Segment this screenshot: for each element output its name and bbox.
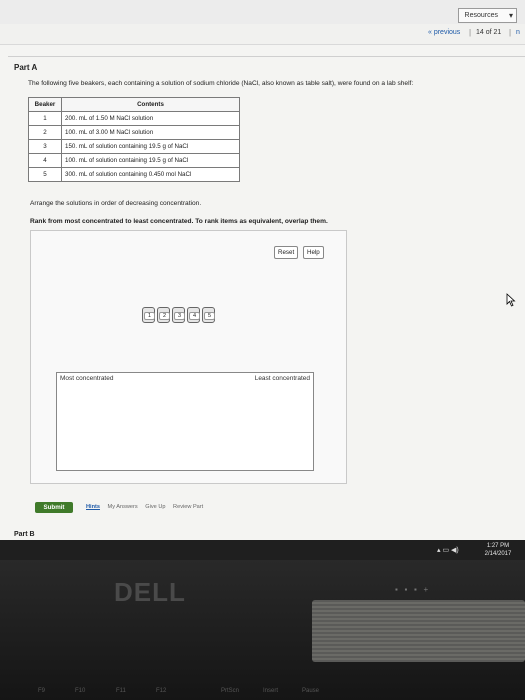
- screen: Resources ▾ « previous | 14 of 21 | n Pa…: [0, 0, 525, 560]
- answer-links: Hints My Answers Give Up Review Part: [86, 504, 209, 510]
- key-label: Pause: [302, 688, 320, 694]
- submit-button[interactable]: Submit: [35, 502, 73, 513]
- give-up-link[interactable]: Give Up: [145, 504, 165, 510]
- rank-item[interactable]: 3: [172, 307, 185, 323]
- monitor-frame: Resources ▾ « previous | 14 of 21 | n Pa…: [0, 0, 525, 700]
- battery-icon[interactable]: ▭: [442, 547, 449, 554]
- key-label: Insert: [263, 688, 279, 694]
- clock[interactable]: 1:27 PM 2/14/2017: [476, 542, 520, 558]
- key-label: PrtScn: [221, 688, 240, 694]
- system-tray: ▴ ▭ ◀): [437, 546, 459, 554]
- my-answers-link[interactable]: My Answers: [108, 504, 138, 510]
- question-count: 14 of 21: [476, 29, 502, 36]
- divider: [8, 56, 525, 57]
- mouse-cursor-icon: [506, 293, 516, 307]
- beaker-contents: 100. mL of 3.00 M NaCl solution: [61, 125, 240, 140]
- previous-link[interactable]: « previous: [428, 29, 460, 36]
- beaker-contents: 200. mL of 1.50 M NaCl solution: [61, 111, 240, 126]
- volume-icon[interactable]: ◀): [451, 547, 459, 554]
- key-label: F12: [156, 688, 167, 694]
- table-row: 5 300. mL of solution containing 0.450 m…: [28, 167, 240, 182]
- beaker-number: 1: [28, 111, 62, 126]
- clock-date: 2/14/2017: [484, 551, 512, 557]
- part-a-title: Part A: [14, 63, 38, 72]
- beaker-contents: 300. mL of solution containing 0.450 mol…: [61, 167, 240, 182]
- beaker-contents: 150. mL of solution containing 19.5 g of…: [61, 139, 240, 154]
- reset-button[interactable]: Reset: [274, 246, 299, 259]
- resources-label: Resources: [464, 12, 498, 19]
- taskbar: ▴ ▭ ◀) 1:27 PM 2/14/2017: [0, 540, 525, 560]
- rank-item-label: 1: [144, 312, 155, 320]
- rank-item[interactable]: 2: [157, 307, 170, 323]
- tray-arrow-icon[interactable]: ▴: [437, 547, 441, 554]
- beaker-number: 5: [28, 167, 62, 182]
- next-link[interactable]: n: [516, 29, 520, 36]
- nav-separator: |: [469, 28, 472, 37]
- speaker-grille: [312, 600, 525, 662]
- table-row: 1 200. mL of 1.50 M NaCl solution: [28, 111, 240, 126]
- part-b-title[interactable]: Part B: [14, 531, 35, 538]
- chevron-down-icon: ▾: [508, 11, 513, 20]
- rank-item-label: 2: [159, 312, 170, 320]
- rank-item[interactable]: 4: [187, 307, 200, 323]
- key-label: F9: [38, 688, 46, 694]
- beakers-table: Beaker Contents 1 200. mL of 1.50 M NaCl…: [28, 97, 240, 182]
- key-label: F11: [116, 688, 126, 694]
- least-concentrated-label: Least concentrated: [254, 375, 310, 382]
- intro-text: The following five beakers, each contain…: [28, 80, 414, 87]
- column-header-beaker: Beaker: [28, 97, 62, 112]
- rank-item[interactable]: 5: [202, 307, 215, 323]
- rank-instruction: Rank from most concentrated to least con…: [30, 218, 328, 225]
- clock-time: 1:27 PM: [486, 543, 510, 549]
- dell-logo: DELL: [114, 577, 186, 607]
- table-row: 2 100. mL of 3.00 M NaCl solution: [28, 125, 240, 140]
- nav-separator: |: [509, 28, 512, 37]
- table-row: 3 150. mL of solution containing 19.5 g …: [28, 139, 240, 154]
- top-bar: Resources ▾: [0, 0, 525, 25]
- beaker-number: 4: [28, 153, 62, 168]
- beaker-contents: 100. mL of solution containing 19.5 g of…: [61, 153, 240, 168]
- question-nav: « previous | 14 of 21 | n: [0, 24, 525, 45]
- rank-item-label: 4: [189, 312, 200, 320]
- rank-item[interactable]: 1: [142, 307, 155, 323]
- ranking-widget: Reset Help 1 2 3 4 5 Most concentrated L…: [30, 230, 347, 484]
- rank-item-label: 3: [174, 312, 185, 320]
- table-row: 4 100. mL of solution containing 19.5 g …: [28, 153, 240, 168]
- rank-item-label: 5: [204, 312, 215, 320]
- most-concentrated-label: Most concentrated: [60, 375, 114, 382]
- hints-link[interactable]: Hints: [86, 504, 100, 510]
- monitor-buttons: ▪ ▪ ▪ +: [395, 585, 429, 594]
- review-part-link[interactable]: Review Part: [173, 504, 203, 510]
- column-header-contents: Contents: [61, 97, 240, 112]
- instruction-text: Arrange the solutions in order of decrea…: [30, 200, 202, 207]
- rank-drop-zone[interactable]: Most concentrated Least concentrated: [56, 372, 314, 471]
- beaker-number: 2: [28, 125, 62, 140]
- help-button[interactable]: Help: [303, 246, 324, 259]
- beaker-number: 3: [28, 139, 62, 154]
- key-label: F10: [75, 688, 86, 694]
- resources-dropdown[interactable]: Resources ▾: [457, 8, 517, 23]
